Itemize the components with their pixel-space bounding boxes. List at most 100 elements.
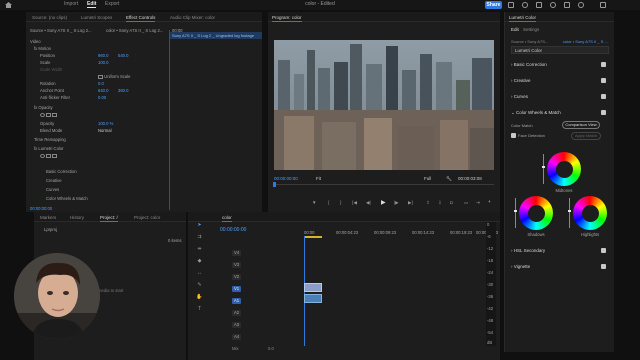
camera-icon[interactable]: ◘ [450, 200, 453, 205]
apply-match-button[interactable]: Apply Match [571, 132, 601, 140]
basic-correction-item[interactable]: Basic Correction [46, 169, 77, 175]
sequence-selector[interactable]: color • Sony A7S II _ S Log 2... [106, 28, 163, 34]
export-frame-icon[interactable]: ⇥ [476, 200, 480, 206]
fx-opacity[interactable]: fx Opacity [34, 105, 53, 111]
tab-project-color[interactable]: Project: color [134, 215, 160, 220]
tab-lumetri-color[interactable]: Lumetri Color [509, 15, 537, 22]
tab-effect-controls[interactable]: Effect Controls [126, 15, 156, 22]
opacity-value[interactable]: 100.0 % [98, 121, 113, 127]
pen-mask-icon[interactable] [52, 112, 58, 117]
track-v4[interactable]: V4 [232, 250, 243, 259]
tab-sequence-color[interactable]: color [222, 215, 232, 222]
tab-project-root[interactable]: Project: / [100, 215, 118, 222]
section-basic-correction[interactable]: › Basic Correction [511, 62, 547, 67]
go-to-in-icon[interactable]: {◀ [352, 200, 357, 206]
fx-lumetri[interactable]: fx Lumetri Color [34, 146, 64, 152]
rotation-value[interactable]: 0.0 [98, 81, 104, 87]
audio-clip[interactable] [304, 294, 322, 303]
mark-in-icon[interactable]: { [328, 200, 330, 205]
track-v1[interactable]: V1 [232, 286, 243, 295]
notifications-icon[interactable] [564, 2, 570, 8]
position-y-value[interactable]: 540.0 [118, 53, 128, 59]
timeline-ruler[interactable]: 00:00 00:00:04:23 00:00:09:23 00:00:14:2… [304, 230, 500, 238]
highlights-slider[interactable] [568, 198, 571, 228]
sequence-selector[interactable]: color • Sony A7S II _ S ... [563, 39, 608, 44]
play-icon[interactable]: ▶ [381, 199, 386, 206]
program-timecode[interactable]: 00:00:00:00 [274, 176, 298, 181]
effect-dropdown[interactable]: Lumetri Color [511, 46, 609, 54]
tab-source[interactable]: Source: (no clips) [32, 15, 67, 20]
track-a2[interactable]: A2 [232, 310, 243, 319]
quality-dropdown[interactable]: Full [424, 176, 431, 181]
track-a1[interactable]: A1 [232, 298, 243, 307]
curves-item[interactable]: Curves [46, 187, 59, 193]
step-forward-icon[interactable]: |▶ [394, 200, 399, 206]
wrench-icon[interactable]: 🔧︎ [446, 176, 452, 182]
midtones-wheel[interactable] [547, 152, 581, 186]
pen-tool-icon[interactable]: ✎ [196, 282, 203, 289]
pen-mask-icon[interactable] [52, 153, 58, 158]
section-color-wheels[interactable]: ⌄ Color Wheels & Match [511, 110, 561, 116]
anchor-x-value[interactable]: 640.0 [98, 88, 108, 94]
time-remap-label[interactable]: Time Remapping [34, 137, 66, 143]
tab-settings-lumetri[interactable]: Settings [523, 27, 539, 32]
tab-edit-lumetri[interactable]: Edit [511, 27, 519, 32]
go-to-out-icon[interactable]: ▶} [408, 200, 413, 206]
blend-dropdown[interactable]: Normal [98, 128, 112, 134]
lumetri-mask-tools[interactable] [40, 153, 58, 159]
color-wheels-item[interactable]: Color Wheels & Match [46, 196, 88, 202]
slip-tool-icon[interactable]: ↔ [196, 270, 203, 277]
track-v2[interactable]: V2 [232, 274, 243, 283]
hsl-checkbox[interactable] [601, 248, 606, 253]
razor-tool-icon[interactable]: ◆ [196, 258, 203, 265]
ripple-edit-tool-icon[interactable]: ⇹ [196, 246, 203, 253]
panel-menu-icon[interactable] [600, 2, 606, 8]
type-tool-icon[interactable]: T [196, 306, 203, 313]
timeline-timecode[interactable]: 00:00:00:00 [220, 227, 246, 233]
marker-icon[interactable]: ▼ [312, 200, 316, 205]
quick-export-icon[interactable] [522, 2, 528, 8]
track-a3[interactable]: A3 [232, 322, 243, 331]
highlights-wheel[interactable] [573, 196, 607, 230]
share-button[interactable]: Share [485, 1, 502, 9]
shadows-slider[interactable] [514, 198, 517, 228]
color-wheels-checkbox[interactable] [601, 110, 606, 115]
program-video-frame[interactable] [274, 40, 494, 170]
fullscreen-icon[interactable] [536, 2, 542, 8]
step-back-icon[interactable]: ◀| [366, 200, 371, 206]
tab-markers[interactable]: Markers [40, 215, 56, 220]
comparison-view-button[interactable]: Comparison View [562, 121, 600, 129]
playhead[interactable] [273, 182, 276, 187]
clip-selector[interactable]: Source • Sony A7S II _ S Log 2... [30, 28, 92, 34]
scrub-bar[interactable] [274, 184, 494, 185]
vignette-checkbox[interactable] [601, 264, 606, 269]
antiflicker-value[interactable]: 0.00 [98, 95, 106, 101]
ellipse-mask-icon[interactable] [40, 112, 45, 117]
anchor-y-value[interactable]: 360.0 [118, 88, 128, 94]
position-x-value[interactable]: 960.0 [98, 53, 108, 59]
tab-lumetri-scopes[interactable]: Lumetri Scopes [81, 15, 112, 20]
mix-value[interactable]: 0.0 [268, 346, 274, 355]
tab-history[interactable]: History [70, 215, 84, 220]
tab-audio-clip-mixer[interactable]: Audio Clip Mixer: color [170, 15, 215, 20]
clip-bar[interactable]: Sony A7S II _ S Log 2 _ Ungraded log foo… [170, 32, 262, 39]
selection-tool-icon[interactable]: ➤ [196, 222, 203, 229]
compare-icon[interactable]: ▭ [464, 200, 468, 206]
tab-program[interactable]: Program: color [272, 15, 302, 22]
midtones-slider[interactable] [542, 154, 545, 184]
workspaces-icon[interactable] [508, 2, 514, 8]
settings-icon[interactable] [578, 2, 584, 8]
mask-tools[interactable] [40, 112, 58, 118]
extract-icon[interactable]: ⇩ [438, 200, 442, 206]
mark-out-icon[interactable]: } [340, 200, 342, 205]
creative-checkbox[interactable] [601, 78, 606, 83]
shadows-wheel[interactable] [519, 196, 553, 230]
fx-motion[interactable]: fx Motion [34, 46, 51, 52]
section-vignette[interactable]: › Vignette [511, 264, 530, 269]
source-selector[interactable]: Source • Sony A7S... [511, 39, 548, 44]
lift-icon[interactable]: ⇪ [426, 200, 430, 206]
ellipse-mask-icon[interactable] [40, 153, 45, 158]
basic-correction-checkbox[interactable] [601, 62, 606, 67]
work-area-bar[interactable] [304, 236, 322, 238]
progress-icon[interactable] [550, 2, 556, 8]
